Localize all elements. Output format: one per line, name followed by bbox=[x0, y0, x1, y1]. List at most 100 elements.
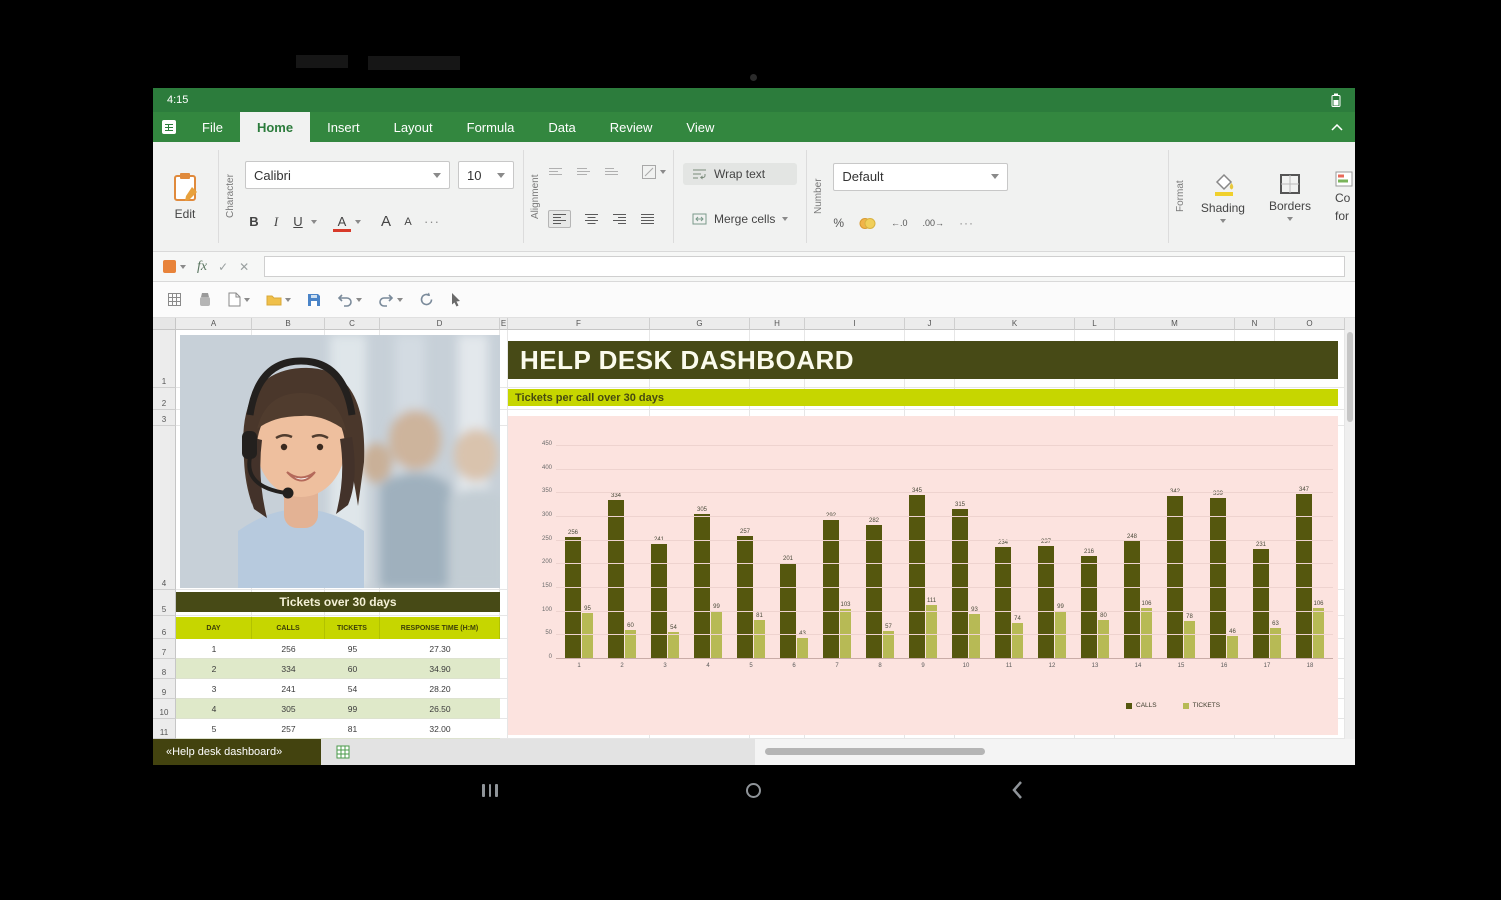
select-tool-button[interactable] bbox=[450, 292, 462, 307]
column-header-F[interactable]: F bbox=[508, 318, 650, 330]
column-header-O[interactable]: O bbox=[1275, 318, 1345, 330]
column-header-E[interactable]: E bbox=[500, 318, 508, 330]
redo-button[interactable] bbox=[378, 293, 403, 307]
align-right-icon[interactable] bbox=[612, 213, 627, 225]
bar-tickets[interactable]: 80 bbox=[1098, 613, 1109, 658]
column-header-C[interactable]: C bbox=[325, 318, 380, 330]
select-all-corner[interactable] bbox=[153, 318, 176, 330]
row-header-1[interactable]: 1 bbox=[153, 330, 176, 388]
cell-grid-view-button[interactable] bbox=[167, 292, 182, 307]
tickets-per-call-chart[interactable]: 2569533460241543059925781201432921032825… bbox=[508, 416, 1338, 735]
column-header-M[interactable]: M bbox=[1115, 318, 1235, 330]
bar-tickets[interactable]: 106 bbox=[1141, 601, 1152, 658]
column-header-B[interactable]: B bbox=[252, 318, 325, 330]
home-button[interactable] bbox=[738, 779, 768, 801]
formula-input[interactable] bbox=[264, 256, 1345, 277]
row-header-7[interactable]: 7 bbox=[153, 639, 176, 659]
recents-button[interactable] bbox=[475, 779, 505, 801]
row-header-8[interactable]: 8 bbox=[153, 659, 176, 679]
borders-button[interactable]: Borders bbox=[1257, 142, 1323, 251]
confirm-entry-button[interactable]: ✓ bbox=[218, 260, 228, 274]
horizontal-scrollbar-thumb[interactable] bbox=[765, 748, 985, 755]
bar-tickets[interactable]: 106 bbox=[1313, 601, 1324, 658]
bar-tickets[interactable]: 93 bbox=[969, 607, 980, 658]
align-left-button-selected[interactable] bbox=[548, 209, 571, 228]
vertical-align-bottom-icon[interactable] bbox=[604, 167, 619, 177]
font-name-select[interactable]: Calibri bbox=[245, 161, 450, 189]
shading-button[interactable]: Shading bbox=[1189, 142, 1257, 251]
row-header-6[interactable]: 6 bbox=[153, 616, 176, 639]
bar-calls[interactable]: 241 bbox=[651, 537, 667, 658]
text-orientation-button[interactable] bbox=[642, 165, 666, 180]
merge-cells-button[interactable]: Merge cells bbox=[683, 208, 797, 230]
bar-tickets[interactable]: 46 bbox=[1227, 629, 1238, 658]
vertical-align-top-icon[interactable] bbox=[548, 167, 563, 177]
save-button[interactable] bbox=[307, 293, 321, 307]
number-format-select[interactable]: Default bbox=[833, 162, 1009, 191]
bar-calls[interactable]: 305 bbox=[694, 507, 710, 658]
app-logo[interactable] bbox=[153, 112, 185, 142]
row-header-5[interactable]: 5 bbox=[153, 590, 176, 616]
open-file-button[interactable] bbox=[266, 293, 291, 306]
cancel-entry-button[interactable]: ✕ bbox=[239, 260, 249, 274]
conditional-formatting-button[interactable]: Co for bbox=[1323, 142, 1353, 251]
chevron-down-icon[interactable] bbox=[311, 219, 317, 224]
tab-file[interactable]: File bbox=[185, 112, 240, 142]
row-header-2[interactable]: 2 bbox=[153, 388, 176, 410]
bar-tickets[interactable]: 43 bbox=[797, 631, 808, 658]
bar-tickets[interactable]: 111 bbox=[926, 598, 937, 658]
tab-review[interactable]: Review bbox=[593, 112, 670, 142]
horizontal-scrollbar-track[interactable] bbox=[755, 739, 1355, 765]
chevron-down-icon[interactable] bbox=[355, 219, 361, 224]
italic-button[interactable]: I bbox=[267, 212, 285, 232]
bar-calls[interactable]: 216 bbox=[1081, 549, 1097, 658]
column-header-I[interactable]: I bbox=[805, 318, 905, 330]
edit-mode-button[interactable]: Edit bbox=[155, 142, 215, 251]
bar-calls[interactable]: 282 bbox=[866, 518, 882, 658]
bar-tickets[interactable]: 81 bbox=[754, 613, 765, 658]
sheet-canvas[interactable]: Tickets over 30 days DAY CALLS TICKETS RESP… bbox=[176, 330, 1345, 739]
bar-calls[interactable]: 248 bbox=[1124, 534, 1140, 658]
column-header-D[interactable]: D bbox=[380, 318, 500, 330]
font-size-select[interactable]: 10 bbox=[458, 161, 514, 189]
tab-formula[interactable]: Formula bbox=[450, 112, 532, 142]
refresh-button[interactable] bbox=[419, 292, 434, 307]
insert-function-button[interactable]: fx bbox=[197, 259, 207, 275]
column-header-N[interactable]: N bbox=[1235, 318, 1275, 330]
percent-style-button[interactable]: % bbox=[833, 216, 844, 230]
bar-tickets[interactable]: 74 bbox=[1012, 616, 1023, 658]
column-header-G[interactable]: G bbox=[650, 318, 750, 330]
currency-style-icon[interactable] bbox=[859, 217, 876, 230]
more-character-options-button[interactable]: ··· bbox=[421, 212, 443, 231]
vertical-scrollbar[interactable] bbox=[1345, 330, 1355, 739]
tab-data[interactable]: Data bbox=[531, 112, 592, 142]
increase-decimal-button[interactable]: ←.0 bbox=[891, 218, 908, 228]
row-header-4[interactable]: 4 bbox=[153, 426, 176, 590]
collapse-ribbon-button[interactable] bbox=[1319, 112, 1355, 142]
bar-calls[interactable]: 231 bbox=[1253, 542, 1269, 658]
column-header-K[interactable]: K bbox=[955, 318, 1075, 330]
font-color-button[interactable]: A bbox=[333, 212, 351, 232]
bar-tickets[interactable]: 95 bbox=[582, 606, 593, 658]
bar-tickets[interactable]: 78 bbox=[1184, 614, 1195, 658]
align-center-icon[interactable] bbox=[584, 213, 599, 225]
tab-insert[interactable]: Insert bbox=[310, 112, 377, 142]
bar-tickets[interactable]: 54 bbox=[668, 625, 679, 658]
column-header-L[interactable]: L bbox=[1075, 318, 1115, 330]
tab-view[interactable]: View bbox=[669, 112, 731, 142]
decrease-decimal-button[interactable]: .00→ bbox=[923, 218, 945, 228]
bar-tickets[interactable]: 63 bbox=[1270, 621, 1281, 658]
increase-font-size-button[interactable]: A bbox=[377, 211, 395, 232]
row-header-11[interactable]: 11 bbox=[153, 719, 176, 739]
vertical-scrollbar-thumb[interactable] bbox=[1347, 332, 1353, 422]
decrease-font-size-button[interactable]: A bbox=[399, 214, 417, 230]
bar-calls[interactable]: 257 bbox=[737, 529, 753, 658]
sheet-tab-help-desk-dashboard[interactable]: «Help desk dashboard» bbox=[153, 739, 321, 765]
bold-button[interactable]: B bbox=[245, 212, 263, 231]
bar-calls[interactable]: 315 bbox=[952, 502, 968, 658]
more-number-options-button[interactable]: ··· bbox=[959, 216, 974, 230]
column-header-H[interactable]: H bbox=[750, 318, 805, 330]
bar-calls[interactable]: 256 bbox=[565, 530, 581, 658]
align-justify-icon[interactable] bbox=[640, 213, 655, 225]
new-file-button[interactable] bbox=[228, 292, 250, 307]
